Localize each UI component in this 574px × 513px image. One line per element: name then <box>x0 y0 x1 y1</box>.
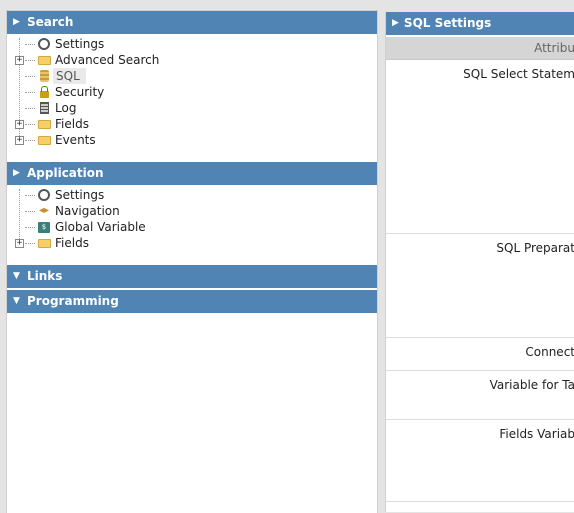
tree-item-label: Fields <box>55 117 89 131</box>
property-label: Variable for Ta <box>489 378 574 392</box>
gear-icon <box>37 188 51 202</box>
tree-item-label: Security <box>55 85 105 99</box>
expand-icon[interactable]: + <box>15 55 24 65</box>
tree-item-settings[interactable]: Settings <box>7 36 377 52</box>
property-row-sql-preparation: SQL Preparat <box>386 234 574 338</box>
folder-icon <box>37 117 51 131</box>
collapse-arrow-icon: ▶ <box>13 17 20 27</box>
property-row-variable-for-table: Variable for Ta <box>386 371 574 420</box>
folder-icon <box>37 53 51 67</box>
expand-icon[interactable]: + <box>15 119 24 129</box>
property-row-fields-variables: Fields Variab <box>386 420 574 502</box>
section-header-application[interactable]: ▶ Application <box>7 162 377 185</box>
left-navigation-panel: ▶ Search Settings + Advanced Search SQL … <box>6 10 378 513</box>
log-icon <box>37 101 51 115</box>
section-title: Programming <box>27 294 119 308</box>
expanded-arrow-icon: ▼ <box>13 296 20 306</box>
sql-settings-panel: ▶ SQL Settings Attribu SQL Select Statem… <box>385 12 574 512</box>
expand-icon[interactable]: + <box>15 238 24 248</box>
tree-item-advanced-search[interactable]: + Advanced Search <box>7 52 377 68</box>
section-title: Links <box>27 269 63 283</box>
tree-item-security[interactable]: Security <box>7 84 377 100</box>
gear-icon <box>37 37 51 51</box>
database-icon <box>37 69 51 83</box>
property-label: SQL Select Statem <box>463 67 574 81</box>
section-title: Search <box>27 15 74 29</box>
property-label: SQL Preparat <box>496 241 574 255</box>
tree-item-label: Events <box>55 133 96 147</box>
section-title: Application <box>27 166 104 180</box>
tree-item-sql[interactable]: SQL <box>7 68 377 84</box>
tree-item-fields[interactable]: + Fields <box>7 116 377 132</box>
tree-item-app-settings[interactable]: Settings <box>7 187 377 203</box>
folder-icon <box>37 236 51 250</box>
tree-item-label: Settings <box>55 188 105 202</box>
attributes-column-header: Attribu <box>386 37 574 60</box>
tree-item-log[interactable]: Log <box>7 100 377 116</box>
search-tree: Settings + Advanced Search SQL Security … <box>7 34 377 154</box>
property-row-connection: Connect <box>386 338 574 371</box>
section-header-search[interactable]: ▶ Search <box>7 11 377 34</box>
tree-item-app-fields[interactable]: + Fields <box>7 235 377 251</box>
tree-item-label: Fields <box>55 236 89 250</box>
global-variable-icon: $ <box>37 220 51 234</box>
section-header-programming[interactable]: ▼ Programming <box>7 290 377 313</box>
section-header-links[interactable]: ▼ Links <box>7 265 377 288</box>
tree-item-label: Log <box>55 101 77 115</box>
tree-item-label: Settings <box>55 37 105 51</box>
property-row-sql-select-statement: SQL Select Statem <box>386 60 574 234</box>
tree-item-label: Navigation <box>55 204 120 218</box>
tree-item-label: Advanced Search <box>55 53 160 67</box>
collapse-arrow-icon: ▶ <box>392 18 399 28</box>
tree-item-global-variable[interactable]: $ Global Variable <box>7 219 377 235</box>
folder-icon <box>37 133 51 147</box>
navigation-icon: ◂▸ <box>38 205 50 216</box>
property-label: Fields Variab <box>499 427 574 441</box>
tree-item-label: SQL <box>53 68 86 84</box>
panel-title: SQL Settings <box>403 16 492 30</box>
expanded-arrow-icon: ▼ <box>13 271 20 281</box>
application-tree: Settings ◂▸ Navigation $ Global Variable… <box>7 185 377 257</box>
tree-item-label: Global Variable <box>55 220 146 234</box>
property-label: Connect <box>525 345 574 359</box>
collapse-arrow-icon: ▶ <box>13 168 20 178</box>
panel-header: ▶ SQL Settings <box>386 12 574 35</box>
tree-item-events[interactable]: + Events <box>7 132 377 148</box>
tree-item-navigation[interactable]: ◂▸ Navigation <box>7 203 377 219</box>
lock-icon <box>37 85 51 99</box>
expand-icon[interactable]: + <box>15 135 24 145</box>
